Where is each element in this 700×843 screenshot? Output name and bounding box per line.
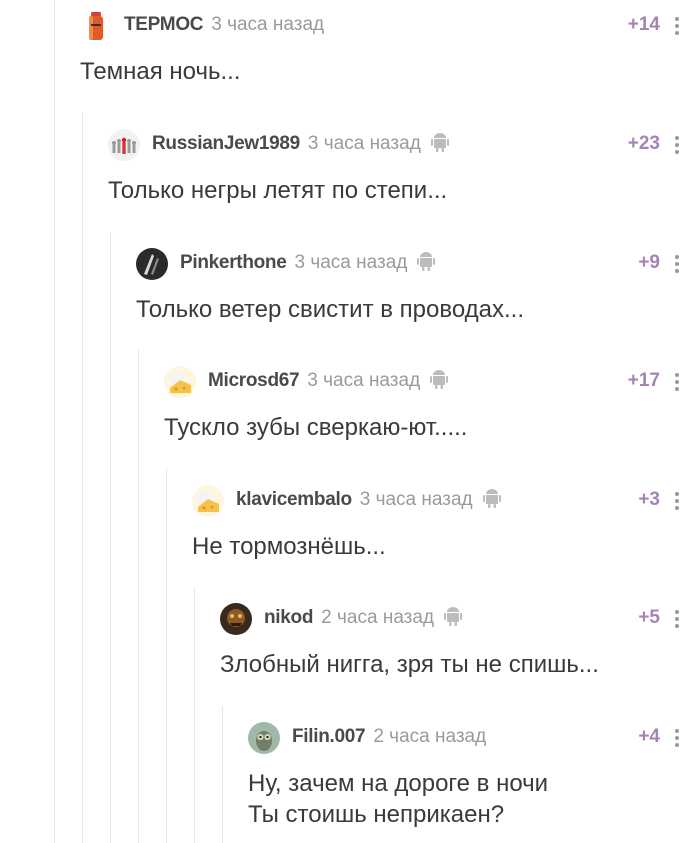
- comment-time: 3 часа назад: [359, 489, 473, 510]
- comment-time: 3 часа назад: [307, 370, 421, 391]
- comment-text: Злобный нигга, зря ты не спишь...: [220, 651, 599, 678]
- comment-text: Не тормознёшь...: [192, 533, 386, 560]
- comment-time: 2 часа назад: [321, 607, 435, 628]
- comment: ТЕРМОС 3 часа назад +14 Темная ночь...: [80, 8, 700, 87]
- thread-line: [166, 469, 167, 843]
- comment: RussianJew1989 3 часа назад +23 Только не…: [108, 127, 700, 206]
- more-options-icon[interactable]: [674, 729, 680, 749]
- thread-line: [54, 0, 55, 843]
- rating: +3: [638, 489, 660, 510]
- rating: +5: [638, 607, 660, 628]
- thread-line: [110, 232, 111, 843]
- comment: Pinkerthone 3 часа назад +9 Только ветер …: [136, 246, 700, 325]
- comment-time: 3 часа назад: [294, 252, 408, 273]
- rating: +9: [638, 252, 660, 273]
- comment: Microsd67 3 часа назад +17 Тускло зубы св…: [164, 364, 700, 443]
- comment: klavicembalo 3 часа назад +3 Не тормознёш…: [192, 483, 700, 562]
- cheese-avatar-icon[interactable]: [164, 366, 196, 398]
- more-options-icon[interactable]: [674, 17, 680, 37]
- rating: +4: [638, 726, 660, 747]
- crowd-avatar-icon[interactable]: [108, 129, 140, 161]
- rating: +17: [627, 370, 660, 391]
- thread-line: [222, 706, 223, 843]
- android-icon: [430, 133, 449, 152]
- username[interactable]: klavicembalo 3 часа назад: [236, 489, 501, 511]
- more-options-icon[interactable]: [674, 255, 680, 275]
- more-options-icon[interactable]: [674, 373, 680, 393]
- comment-text: Только ветер свистит в проводах...: [136, 296, 524, 323]
- monster-avatar-icon[interactable]: [220, 603, 252, 635]
- thermos-avatar-icon[interactable]: [80, 10, 112, 42]
- rating: +14: [627, 14, 660, 35]
- username[interactable]: Pinkerthone 3 часа назад: [180, 252, 436, 274]
- rating: +23: [627, 133, 660, 154]
- android-icon: [482, 489, 501, 508]
- android-icon: [444, 607, 463, 626]
- comment-time: 3 часа назад: [307, 133, 421, 154]
- username[interactable]: Microsd67 3 часа назад: [208, 370, 449, 392]
- owl-avatar-icon[interactable]: [248, 722, 280, 754]
- comment: nikod 2 часа назад +5 Злобный нигга, зря …: [220, 601, 700, 680]
- comment-time: 3 часа назад: [211, 14, 325, 35]
- comment: Filin.007 2 часа назад +4 Ну, зачем на до…: [248, 720, 700, 830]
- more-options-icon[interactable]: [674, 610, 680, 630]
- comment-text: Тускло зубы сверкаю-ют.....: [164, 414, 468, 441]
- android-icon: [430, 370, 449, 389]
- more-options-icon[interactable]: [674, 492, 680, 512]
- thread-line: [138, 350, 139, 843]
- dark-avatar-icon[interactable]: [136, 248, 168, 280]
- thread-line: [194, 588, 195, 843]
- comment-time: 2 часа назад: [373, 726, 487, 747]
- username[interactable]: ТЕРМОС 3 часа назад: [124, 14, 324, 36]
- comment-text: Только негры летят по степи...: [108, 177, 448, 204]
- android-icon: [417, 252, 436, 271]
- username[interactable]: Filin.007 2 часа назад: [292, 726, 486, 748]
- comment-text: Ну, зачем на дороге в ночи Ты стоишь неп…: [248, 770, 549, 828]
- more-options-icon[interactable]: [674, 136, 680, 156]
- cheese-avatar-icon[interactable]: [192, 485, 224, 517]
- thread-line: [82, 113, 83, 843]
- username[interactable]: RussianJew1989 3 часа назад: [152, 133, 449, 155]
- username[interactable]: nikod 2 часа назад: [264, 607, 463, 629]
- comment-text: Темная ночь...: [80, 58, 241, 85]
